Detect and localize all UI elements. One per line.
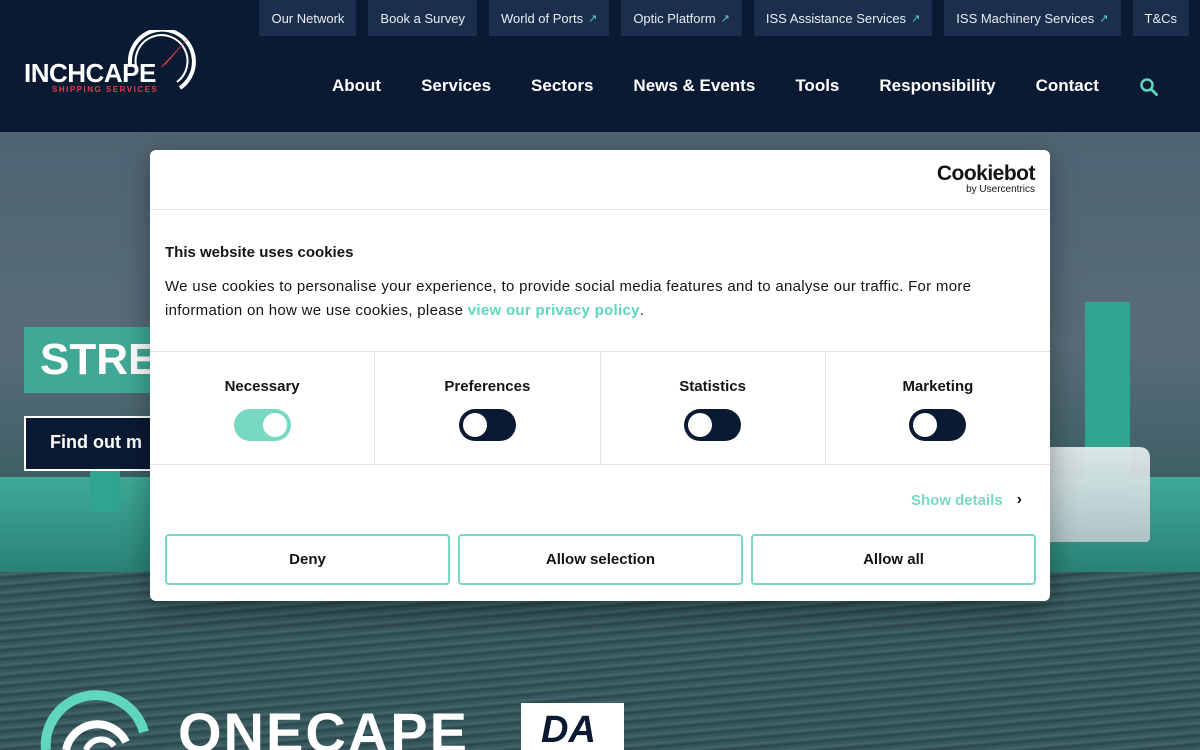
dialog-buttons: Deny Allow selection Allow all [165, 534, 1036, 585]
util-link-book-survey[interactable]: Book a Survey [368, 0, 477, 36]
logo-subtitle: SHIPPING SERVICES [52, 85, 159, 94]
preferences-switch[interactable] [458, 409, 516, 441]
toggle-statistics: Statistics [601, 352, 826, 464]
util-label: World of Ports [500, 10, 584, 26]
cookie-consent-dialog: Cookiebot by Usercentrics This website u… [150, 150, 1050, 601]
toggle-label: Preferences [444, 378, 531, 395]
external-link-icon: ↗︎ [1099, 12, 1109, 25]
toggle-preferences: Preferences [375, 352, 601, 464]
nav-item-services[interactable]: Services [421, 76, 491, 96]
external-link-icon: ↗︎ [588, 12, 598, 25]
util-label: ISS Machinery Services [956, 10, 1095, 26]
toggle-necessary: Necessary [150, 352, 376, 464]
onecape-logo-icon [40, 690, 149, 750]
switch-knob [462, 413, 487, 437]
util-label: ISS Assistance Services [765, 10, 907, 26]
switch-knob [262, 413, 287, 437]
util-label: Optic Platform [633, 10, 716, 26]
toggle-label: Necessary [224, 378, 300, 395]
da-badge: DA [521, 703, 624, 750]
cookiebot-by: by Usercentrics [966, 184, 1035, 195]
dialog-text-end: . [639, 302, 645, 319]
show-details-link[interactable]: Show details › [911, 491, 1022, 509]
switch-knob [688, 413, 713, 437]
inchcape-logo[interactable]: INCHCAPE SHIPPING SERVICES [22, 30, 197, 100]
external-link-icon: ↗︎ [720, 12, 730, 25]
deny-button[interactable]: Deny [165, 534, 450, 585]
external-link-icon: ↗︎ [911, 12, 921, 25]
onecape-wordmark: ONECAPE [178, 701, 469, 750]
util-link-our-network[interactable]: Our Network [259, 0, 357, 36]
nav-item-about[interactable]: About [332, 76, 381, 96]
marketing-switch[interactable] [909, 409, 967, 441]
dialog-header: Cookiebot by Usercentrics [150, 150, 1050, 210]
necessary-switch[interactable] [233, 409, 291, 441]
nav-item-tools[interactable]: Tools [795, 76, 839, 96]
chevron-right-icon: › [1016, 491, 1022, 508]
search-icon[interactable] [1140, 78, 1158, 96]
statistics-switch[interactable] [684, 409, 742, 441]
util-link-world-of-ports[interactable]: World of Ports ↗︎ [488, 0, 610, 36]
cookiebot-name: Cookiebot [936, 162, 1036, 185]
nav-item-sectors[interactable]: Sectors [531, 76, 593, 96]
dialog-text: We use cookies to personalise your exper… [165, 275, 1035, 323]
toggle-label: Marketing [902, 378, 974, 395]
cookiebot-logo: Cookiebot by Usercentrics [936, 162, 1036, 196]
nav-item-news-events[interactable]: News & Events [633, 76, 755, 96]
util-label: Book a Survey [380, 10, 465, 26]
util-link-optic-platform[interactable]: Optic Platform ↗︎ [621, 0, 742, 36]
consent-toggles: Necessary Preferences Statistics Marketi… [150, 351, 1050, 465]
util-link-iss-machinery[interactable]: ISS Machinery Services ↗︎ [944, 0, 1121, 36]
details-row: Show details › [150, 465, 1050, 533]
show-details-label: Show details [910, 491, 1003, 509]
toggle-marketing: Marketing [826, 352, 1050, 464]
util-link-tcs[interactable]: T&Cs [1132, 0, 1189, 36]
util-label: Our Network [271, 10, 345, 26]
site-header: INCHCAPE SHIPPING SERVICES Our Network B… [0, 0, 1200, 132]
utility-nav: Our Network Book a Survey World of Ports… [259, 0, 1200, 36]
switch-knob [913, 413, 938, 437]
dialog-body: This website uses cookies We use cookies… [150, 210, 1050, 351]
toggle-label: Statistics [679, 378, 746, 395]
main-nav: About Services Sectors News & Events Too… [332, 76, 1139, 96]
util-label: T&Cs [1144, 10, 1178, 26]
allow-all-button[interactable]: Allow all [751, 534, 1036, 585]
util-link-iss-assistance[interactable]: ISS Assistance Services ↗︎ [753, 0, 933, 36]
allow-selection-button[interactable]: Allow selection [458, 534, 743, 585]
privacy-policy-link[interactable]: view our privacy policy [468, 302, 640, 319]
dialog-title: This website uses cookies [165, 244, 354, 261]
nav-item-contact[interactable]: Contact [1036, 76, 1099, 96]
nav-item-responsibility[interactable]: Responsibility [879, 76, 995, 96]
